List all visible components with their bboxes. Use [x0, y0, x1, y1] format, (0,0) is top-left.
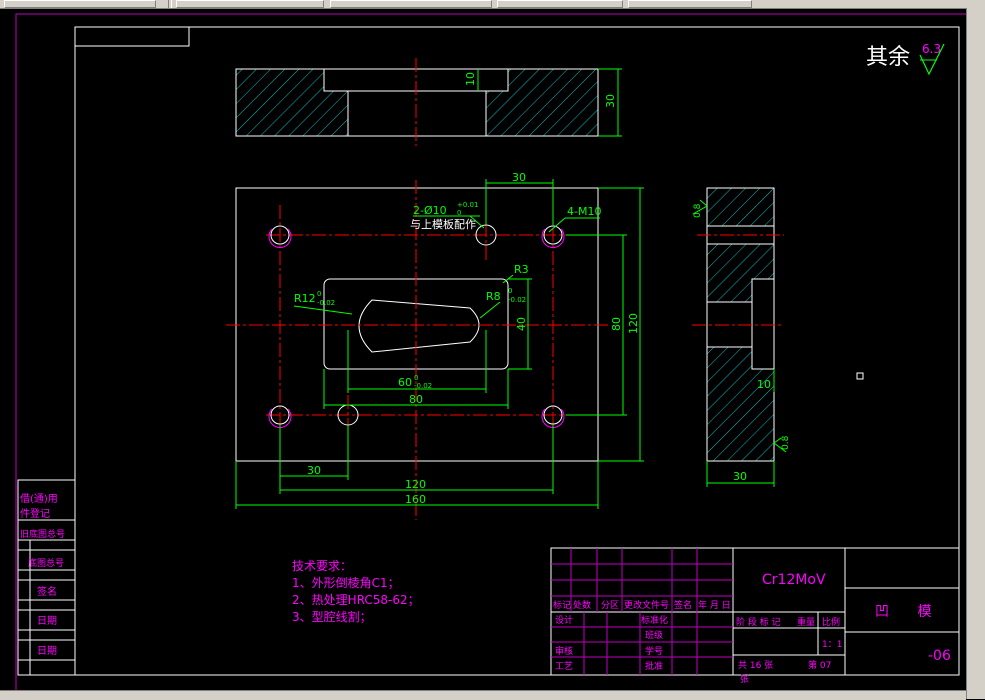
title-approve: 批准	[645, 660, 663, 672]
title-part-name: 凹 模	[875, 604, 943, 620]
left-record-strip: 借(通)用 件登记 旧底图总号 底图总号 签名 日期 日期	[17, 479, 76, 676]
title-design: 设计	[555, 614, 573, 626]
title-stage-marks: 阶 段 标 记	[736, 616, 781, 628]
side-section-view: 0.8 10 0.8 30	[692, 187, 791, 487]
title-hdr-change: 更改文件号	[624, 599, 669, 611]
dim-60: 60	[398, 376, 412, 389]
note-r8: R8	[486, 290, 501, 303]
title-sheet-unit: 张	[740, 674, 749, 685]
side-hatch-top	[707, 188, 774, 226]
note-pin-holes: 2-Ø10	[413, 204, 447, 217]
roughness-general-label: 其余	[866, 45, 910, 70]
title-hdr-count: 处数	[573, 599, 591, 611]
title-block: 标记 处数 分区 更改文件号 签名 年 月 日 设计 标准化 班级 审核 学号 …	[550, 547, 960, 685]
dim-160: 160	[405, 493, 426, 506]
note-fit-with-upper-plate: 与上模板配作	[410, 217, 476, 231]
top-section-view: 10 30	[235, 58, 622, 146]
toolbar-control-3[interactable]	[330, 0, 492, 8]
dim-30-side: 30	[733, 470, 747, 483]
notes-title: 技术要求：	[292, 559, 352, 573]
dim-10-top: 10	[464, 72, 477, 86]
note-thread-leader	[548, 217, 566, 233]
left-strip-register: 件登记	[20, 507, 50, 520]
note-pin-holes-tol-up: +0.01	[457, 201, 478, 209]
note-r12-tol-low: -0.02	[317, 299, 335, 307]
title-sheets-total: 共 16 张	[738, 660, 773, 671]
dim-30-top: 30	[604, 94, 617, 108]
dim-120-horizontal: 120	[405, 478, 426, 491]
dim-60-tol-up: 0	[414, 374, 418, 382]
title-process: 工艺	[555, 661, 573, 672]
note-r8-tol-up: 0	[508, 287, 512, 295]
title-material: Cr12MoV	[762, 572, 826, 588]
side-roughness-bottom: 0.8	[781, 435, 791, 450]
title-hdr-date: 年 月 日	[698, 599, 731, 611]
dim-40: 40	[515, 317, 528, 331]
side-view-pocket	[751, 278, 775, 370]
title-scale-label: 比例	[822, 616, 840, 628]
toolbar-control-2[interactable]	[176, 0, 324, 8]
title-review: 审核	[555, 645, 573, 657]
title-weight: 重量	[797, 616, 815, 628]
dim-80-vertical: 80	[610, 317, 623, 331]
drawing-canvas[interactable]: 其余 6.3 10 30 30 2-Ø10 +0.01 0 与上模板配作 4-M…	[0, 8, 966, 690]
left-strip-sign: 签名	[37, 585, 57, 598]
dim-30-bottom: 30	[307, 464, 321, 477]
roughness-general-value: 6.3	[922, 42, 941, 56]
note-r8-tol-low: -0.02	[508, 296, 526, 304]
dim-60-tol-low: -0.02	[414, 382, 432, 390]
top-view-pocket	[347, 90, 487, 137]
notes-line-3: 3、型腔线割；	[292, 609, 372, 624]
toolbar-control-1[interactable]	[4, 0, 156, 8]
left-strip-base-no: 底图总号	[28, 557, 64, 569]
dim-10-side: 10	[757, 378, 771, 391]
title-scale: 1：1	[822, 640, 842, 650]
cavity-profile	[358, 299, 480, 353]
selection-grip[interactable]	[856, 372, 864, 380]
title-class: 班级	[645, 629, 663, 641]
note-r12-tol-up: 0	[317, 290, 321, 298]
left-strip-old-base-no: 旧底图总号	[20, 528, 65, 540]
title-standardize: 标准化	[641, 614, 668, 626]
plan-view: 30 2-Ø10 +0.01 0 与上模板配作 4-M10 R3 R12 0 -…	[226, 171, 644, 520]
note-r12-leader	[293, 305, 353, 315]
toolbar-separator	[168, 0, 172, 8]
left-strip-borrow: 借(通)用	[20, 493, 58, 505]
title-hdr-zone: 分区	[601, 600, 619, 611]
dim-30-spacing: 30	[512, 171, 526, 184]
title-hdr-sign: 签名	[674, 599, 692, 611]
corner-tag-box	[74, 26, 190, 47]
notes-line-2: 2、热处理HRC58-62；	[292, 593, 420, 607]
title-student-no: 学号	[645, 645, 663, 657]
left-strip-date-2: 日期	[37, 645, 57, 657]
left-strip-date-1: 日期	[37, 615, 57, 627]
dim-120-vertical: 120	[627, 313, 640, 334]
title-drawing-no: -06	[928, 648, 951, 664]
note-r3: R3	[514, 263, 529, 276]
title-sheet-no: 第 07	[808, 659, 831, 671]
note-r12: R12	[294, 292, 316, 305]
toolbar-control-4[interactable]	[497, 0, 623, 8]
dim-80-horizontal: 80	[409, 393, 423, 406]
toolbar-control-5[interactable]	[628, 0, 752, 8]
technical-notes: 技术要求： 1、外形倒棱角C1； 2、热处理HRC58-62； 3、型腔线割；	[292, 559, 420, 624]
title-hdr-mark: 标记	[553, 599, 571, 611]
notes-line-1: 1、外形倒棱角C1；	[292, 575, 400, 590]
vertical-scrollbar[interactable]	[966, 8, 985, 699]
note-r8-leader	[479, 301, 501, 319]
note-thread-holes: 4-M10	[567, 205, 601, 218]
